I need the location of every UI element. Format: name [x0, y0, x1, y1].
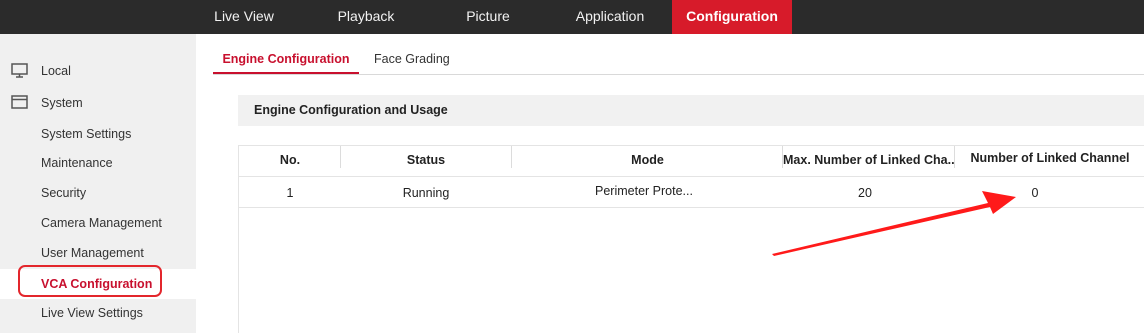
- column-header-no: No.: [279, 153, 301, 167]
- column-header-status: Status: [406, 153, 446, 167]
- table-cell-max-linked: 20: [858, 186, 872, 200]
- sidebar-item-system-settings[interactable]: System Settings: [0, 120, 196, 148]
- nav-playback[interactable]: Playback: [318, 0, 414, 34]
- sidebar-item-local[interactable]: Local: [0, 57, 196, 85]
- tab-bar: Engine Configuration Face Grading: [213, 34, 1144, 75]
- system-window-icon: [11, 95, 28, 109]
- section-header: Engine Configuration and Usage: [238, 95, 1144, 126]
- engine-table: No. Status Mode Max. Number of Linked Ch…: [238, 145, 1144, 333]
- tab-face-grading[interactable]: Face Grading: [374, 34, 464, 74]
- sidebar-item-live-view-settings[interactable]: Live View Settings: [0, 299, 196, 327]
- table-cell-mode: Perimeter Prote...: [595, 184, 693, 198]
- tab-engine-configuration[interactable]: Engine Configuration: [213, 34, 359, 74]
- section-title: Engine Configuration and Usage: [254, 103, 448, 117]
- nav-configuration[interactable]: Configuration: [672, 0, 792, 34]
- sidebar-item-label: Live View Settings: [41, 306, 143, 320]
- sidebar-item-label: System: [41, 96, 83, 110]
- table-cell-status: Running: [402, 186, 450, 200]
- sidebar-item-user-management[interactable]: User Management: [0, 239, 196, 267]
- sidebar-item-label: Local: [41, 64, 71, 78]
- nav-application[interactable]: Application: [560, 0, 660, 34]
- sidebar-item-system[interactable]: System: [0, 89, 196, 117]
- annotation-highlight-box: [18, 265, 162, 297]
- sidebar-item-label: Security: [41, 186, 87, 200]
- sidebar-item-maintenance[interactable]: Maintenance: [0, 149, 196, 177]
- top-navigation-bar: Live View Playback Picture Application C…: [0, 0, 1144, 34]
- column-header-mode: Mode: [631, 153, 664, 167]
- sidebar-item-label: Camera Management: [41, 216, 162, 230]
- monitor-icon: [11, 63, 28, 78]
- sidebar-item-label: Maintenance: [41, 156, 113, 170]
- nav-live-view[interactable]: Live View: [196, 0, 292, 34]
- sidebar-item-camera-management[interactable]: Camera Management: [0, 209, 196, 237]
- sidebar-item-label: User Management: [41, 246, 144, 260]
- tab-divider: [213, 74, 1144, 75]
- column-header-linked-channel: Number of Linked Channel: [970, 151, 1130, 165]
- sidebar-item-security[interactable]: Security: [0, 179, 196, 207]
- row-divider: [239, 176, 1144, 177]
- sidebar-item-label: System Settings: [41, 127, 132, 141]
- row-divider: [239, 207, 1144, 208]
- nav-picture[interactable]: Picture: [440, 0, 536, 34]
- table-cell-linked-channel: 0: [1031, 186, 1039, 200]
- table-cell-no: 1: [286, 186, 294, 200]
- column-header-max-linked: Max. Number of Linked Cha...: [783, 153, 955, 167]
